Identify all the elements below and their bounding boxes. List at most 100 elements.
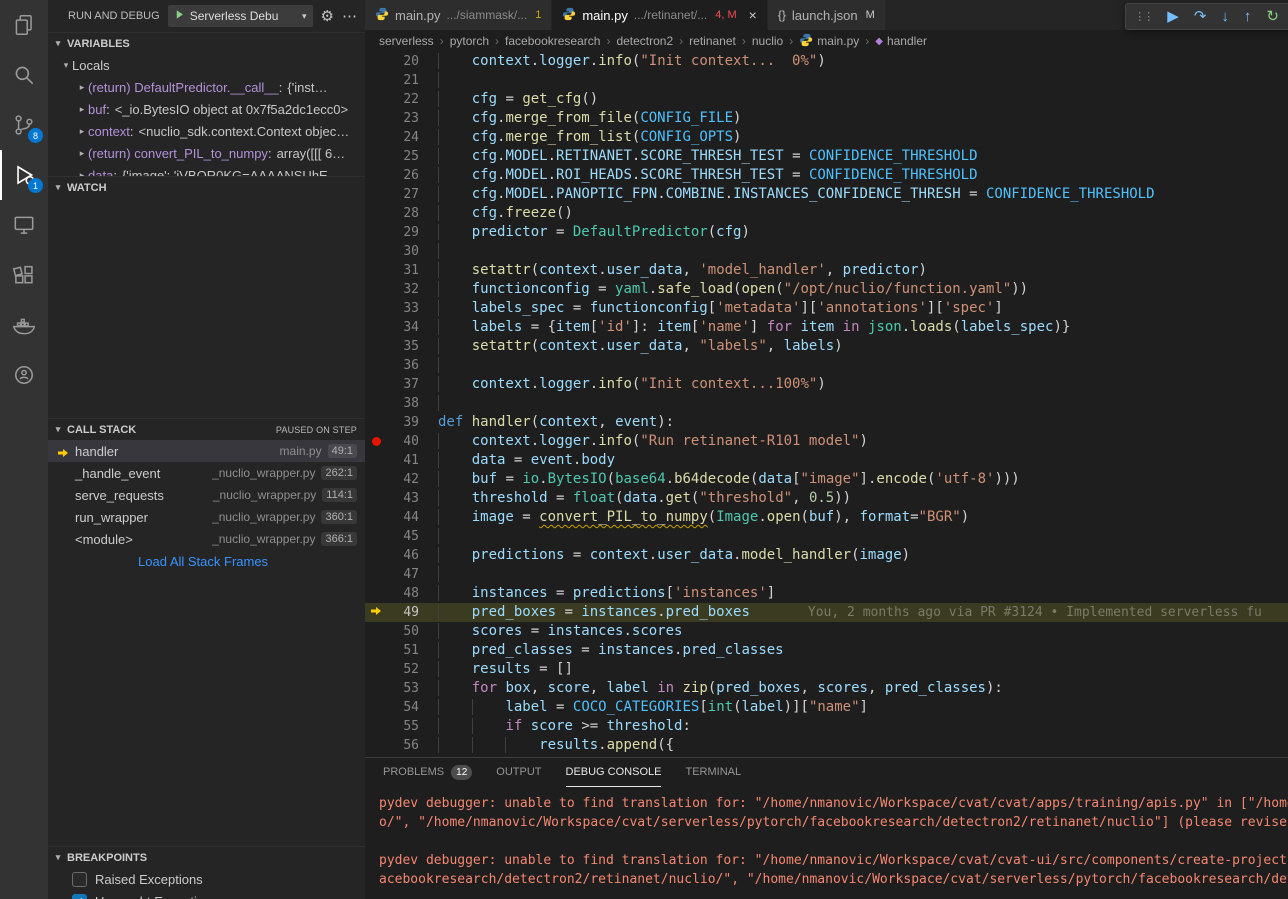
variable-row[interactable]: ▸data:{'image': 'iVBOR0KG=AAAANSUhE… — [48, 164, 365, 176]
breakpoint-gutter[interactable] — [365, 204, 387, 223]
variable-row[interactable]: ▸buf:<_io.BytesIO object at 0x7f5a2dc1ec… — [48, 98, 365, 120]
breadcrumb-item[interactable]: ◆handler — [875, 34, 927, 48]
breakpoint-gutter[interactable] — [365, 603, 387, 622]
code-line[interactable]: 20 context.logger.info("Init context... … — [365, 52, 1288, 71]
code-line[interactable]: 21 — [365, 71, 1288, 90]
breakpoint-gutter[interactable] — [365, 280, 387, 299]
breadcrumb-item[interactable]: retinanet — [689, 34, 736, 48]
breakpoint-gutter[interactable] — [365, 736, 387, 755]
more-actions-icon[interactable]: ⋯ — [342, 7, 357, 25]
code-line[interactable]: 43 threshold = float(data.get("threshold… — [365, 489, 1288, 508]
code-line[interactable]: 39def handler(context, event): — [365, 413, 1288, 432]
breakpoint-gutter[interactable] — [365, 71, 387, 90]
activity-item-source-control[interactable]: 8 — [0, 100, 48, 150]
variables-header[interactable]: ▾ VARIABLES — [48, 32, 365, 54]
breakpoint-gutter[interactable] — [365, 375, 387, 394]
debug-config-picker[interactable]: Serverless Debu ▾ — [168, 5, 313, 27]
code-line[interactable]: 27 cfg.MODEL.PANOPTIC_FPN.COMBINE.INSTAN… — [365, 185, 1288, 204]
breakpoint-gutter[interactable] — [365, 641, 387, 660]
breadcrumb-item[interactable]: serverless — [379, 34, 434, 48]
breakpoint-gutter[interactable] — [365, 299, 387, 318]
breadcrumb-item[interactable]: pytorch — [450, 34, 489, 48]
breakpoint-gutter[interactable] — [365, 337, 387, 356]
breakpoint-gutter[interactable] — [365, 489, 387, 508]
code-line[interactable]: 45 — [365, 527, 1288, 546]
code-editor[interactable]: 20 context.logger.info("Init context... … — [365, 52, 1288, 757]
code-line[interactable]: 51 pred_classes = instances.pred_classes — [365, 641, 1288, 660]
breakpoint-gutter[interactable] — [365, 128, 387, 147]
code-line[interactable]: 35 setattr(context.user_data, "labels", … — [365, 337, 1288, 356]
code-line[interactable]: 41 data = event.body — [365, 451, 1288, 470]
breakpoint-gutter[interactable] — [365, 109, 387, 128]
code-line[interactable]: 40 context.logger.info("Run retinanet-R1… — [365, 432, 1288, 451]
code-line[interactable]: 23 cfg.merge_from_file(CONFIG_FILE) — [365, 109, 1288, 128]
code-line[interactable]: 48 instances = predictions['instances'] — [365, 584, 1288, 603]
breakpoint-gutter[interactable] — [365, 546, 387, 565]
code-line[interactable]: 28 cfg.freeze() — [365, 204, 1288, 223]
activity-item-extensions[interactable] — [0, 250, 48, 300]
code-line[interactable]: 24 cfg.merge_from_list(CONFIG_OPTS) — [365, 128, 1288, 147]
breakpoint-gutter[interactable] — [365, 90, 387, 109]
code-line[interactable]: 56 results.append({ — [365, 736, 1288, 755]
breadcrumb-item[interactable]: detectron2 — [616, 34, 673, 48]
breakpoint-gutter[interactable] — [365, 451, 387, 470]
variables-scope[interactable]: ▾Locals — [48, 54, 365, 76]
breakpoint-gutter[interactable] — [365, 185, 387, 204]
debug-toolbar-drag-handle[interactable]: ⋮⋮ — [1134, 10, 1152, 23]
code-line[interactable]: 25 cfg.MODEL.RETINANET.SCORE_THRESH_TEST… — [365, 147, 1288, 166]
breakpoint-gutter[interactable] — [365, 565, 387, 584]
restart-icon[interactable]: ↻ — [1266, 9, 1279, 24]
code-line[interactable]: 22 cfg = get_cfg() — [365, 90, 1288, 109]
stack-frame[interactable]: run_wrapper_nuclio_wrapper.py360:1 — [48, 506, 365, 528]
load-all-stack-frames-link[interactable]: Load All Stack Frames — [48, 550, 365, 572]
breakpoint-gutter[interactable] — [365, 432, 387, 451]
breakpoint-gutter[interactable] — [365, 52, 387, 71]
breakpoint-gutter[interactable] — [365, 527, 387, 546]
breakpoint-gutter[interactable] — [365, 413, 387, 432]
activity-item-live-share[interactable] — [0, 350, 48, 400]
activity-item-remote-explorer[interactable] — [0, 200, 48, 250]
variable-row[interactable]: ▸(return) DefaultPredictor.__call__:{'in… — [48, 76, 365, 98]
step-into-icon[interactable]: ↓ — [1221, 9, 1229, 24]
stack-frame[interactable]: handlermain.py49:1 — [48, 440, 365, 462]
code-line[interactable]: 31 setattr(context.user_data, 'model_han… — [365, 261, 1288, 280]
breakpoint-gutter[interactable] — [365, 660, 387, 679]
code-line[interactable]: 26 cfg.MODEL.ROI_HEADS.SCORE_THRESH_TEST… — [365, 166, 1288, 185]
breadcrumb-item[interactable]: main.py — [799, 33, 859, 50]
code-line[interactable]: 55 if score >= threshold: — [365, 717, 1288, 736]
breakpoint-gutter[interactable] — [365, 394, 387, 413]
breakpoint-gutter[interactable] — [365, 679, 387, 698]
code-line[interactable]: 37 context.logger.info("Init context...1… — [365, 375, 1288, 394]
unchecked-checkbox[interactable] — [72, 872, 87, 887]
code-line[interactable]: 52 results = [] — [365, 660, 1288, 679]
code-line[interactable]: 47 — [365, 565, 1288, 584]
code-line[interactable]: 34 labels = {item['id']: item['name'] fo… — [365, 318, 1288, 337]
breakpoint-gutter[interactable] — [365, 242, 387, 261]
code-line[interactable]: 42 buf = io.BytesIO(base64.b64decode(dat… — [365, 470, 1288, 489]
breakpoint-gutter[interactable] — [365, 622, 387, 641]
activity-item-search[interactable] — [0, 50, 48, 100]
activity-item-docker[interactable] — [0, 300, 48, 350]
breadcrumb-item[interactable]: facebookresearch — [505, 34, 600, 48]
code-line[interactable]: 54 label = COCO_CATEGORIES[int(label)]["… — [365, 698, 1288, 717]
breakpoint-gutter[interactable] — [365, 584, 387, 603]
breakpoint-gutter[interactable] — [365, 166, 387, 185]
breakpoint-gutter[interactable] — [365, 261, 387, 280]
code-line[interactable]: 32 functionconfig = yaml.safe_load(open(… — [365, 280, 1288, 299]
breakpoint-gutter[interactable] — [365, 356, 387, 375]
variable-row[interactable]: ▸(return) convert_PIL_to_numpy:array([[[… — [48, 142, 365, 164]
tab-main.py[interactable]: main.py.../retinanet/...4, M× — [552, 0, 768, 30]
step-over-icon[interactable]: ↷ — [1194, 9, 1207, 24]
gear-icon[interactable]: ⚙ — [321, 7, 334, 25]
breakpoints-header[interactable]: ▾ BREAKPOINTS — [48, 846, 365, 868]
code-line[interactable]: 36 — [365, 356, 1288, 375]
panel-tab-terminal[interactable]: TERMINAL — [685, 758, 741, 787]
panel-tab-output[interactable]: OUTPUT — [496, 758, 541, 787]
breakpoint-gutter[interactable] — [365, 318, 387, 337]
stack-frame[interactable]: serve_requests_nuclio_wrapper.py114:1 — [48, 484, 365, 506]
code-line[interactable]: 53 for box, score, label in zip(pred_box… — [365, 679, 1288, 698]
call-stack-header[interactable]: ▾ CALL STACK PAUSED ON STEP — [48, 418, 365, 440]
stack-frame[interactable]: <module>_nuclio_wrapper.py366:1 — [48, 528, 365, 550]
code-line[interactable]: 50 scores = instances.scores — [365, 622, 1288, 641]
watch-header[interactable]: ▾ WATCH — [48, 176, 365, 198]
